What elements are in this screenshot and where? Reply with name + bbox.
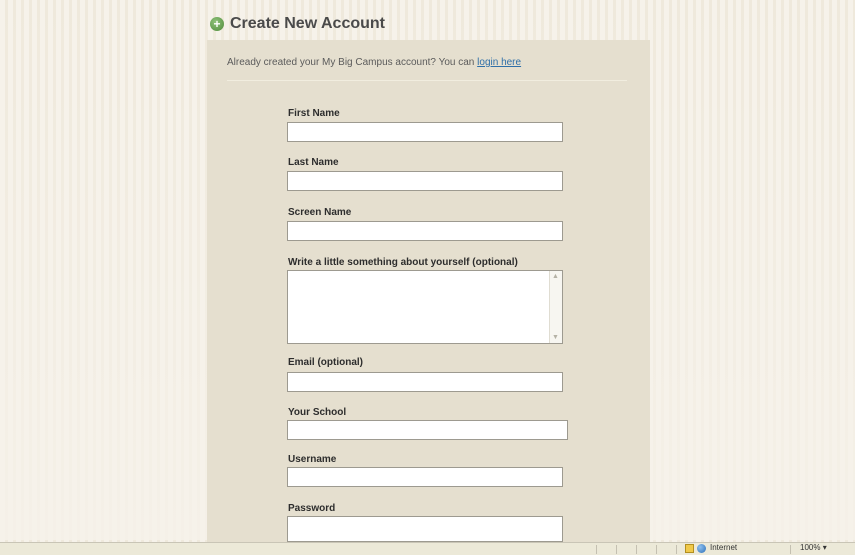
status-divider bbox=[636, 545, 637, 554]
school-label: Your School bbox=[288, 407, 347, 418]
globe-icon bbox=[697, 544, 706, 553]
username-input[interactable] bbox=[287, 467, 563, 487]
about-label: Write a little something about yourself … bbox=[288, 257, 518, 268]
page-header: + Create New Account bbox=[210, 12, 385, 36]
first-name-input[interactable] bbox=[287, 122, 563, 142]
zone-label: Internet bbox=[710, 543, 738, 552]
status-divider bbox=[596, 545, 597, 554]
screen-name-label: Screen Name bbox=[288, 207, 352, 218]
screen-name-input[interactable] bbox=[287, 221, 563, 241]
page-title: Create New Account bbox=[230, 15, 385, 32]
security-zone-icon bbox=[685, 544, 694, 553]
email-input[interactable] bbox=[287, 372, 563, 392]
password-input[interactable] bbox=[287, 516, 563, 542]
status-divider bbox=[676, 545, 677, 554]
last-name-input[interactable] bbox=[287, 171, 563, 191]
create-account-form: Already created your My Big Campus accou… bbox=[207, 40, 650, 545]
status-divider bbox=[616, 545, 617, 554]
plus-circle-icon: + bbox=[210, 17, 224, 31]
status-divider bbox=[656, 545, 657, 554]
login-prompt: Already created your My Big Campus accou… bbox=[227, 57, 521, 68]
password-label: Password bbox=[288, 503, 336, 514]
login-prompt-text: Already created your My Big Campus accou… bbox=[227, 57, 478, 68]
scroll-up-icon[interactable]: ▲ bbox=[552, 273, 559, 280]
username-label: Username bbox=[288, 454, 337, 465]
login-link[interactable]: login here bbox=[477, 57, 521, 68]
last-name-label: Last Name bbox=[288, 157, 339, 168]
chevron-down-icon: ▾ bbox=[822, 543, 827, 552]
email-label: Email (optional) bbox=[288, 357, 363, 368]
scroll-down-icon[interactable]: ▼ bbox=[552, 334, 559, 341]
first-name-label: First Name bbox=[288, 108, 340, 119]
school-input[interactable] bbox=[287, 420, 568, 440]
zoom-control[interactable]: 100% ▾ bbox=[800, 543, 827, 552]
status-divider bbox=[790, 545, 791, 554]
about-textarea[interactable]: ▲ ▼ bbox=[287, 270, 563, 344]
zoom-level: 100% bbox=[800, 543, 821, 552]
divider bbox=[227, 80, 627, 81]
textarea-scrollbar[interactable]: ▲ ▼ bbox=[549, 271, 562, 343]
browser-status-bar: Internet 100% ▾ bbox=[0, 542, 855, 555]
